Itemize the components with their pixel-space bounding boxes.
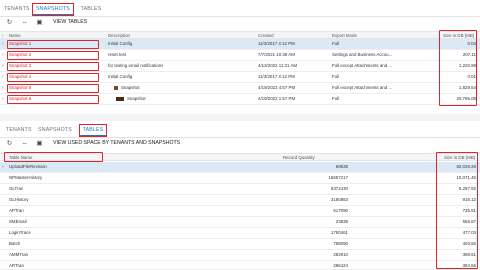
col-created[interactable]: Created	[258, 32, 274, 39]
snapshot-created: 4/19/2022 1:57 PM	[258, 96, 296, 101]
table-row[interactable]: GLHistory 3180853 916.12	[0, 195, 480, 206]
refresh-icon[interactable]: ↻	[6, 19, 13, 26]
chevron-right-icon: ›	[2, 33, 4, 38]
table-row[interactable]: GLTran 6372430 5,297.92	[0, 184, 480, 195]
snapshot-created: 4/13/2022 11:31 AM	[258, 63, 297, 68]
record-quantity: 1750461	[330, 230, 348, 235]
table-row[interactable]: ARTran 286424 384.56	[0, 261, 480, 270]
highlight-box	[7, 84, 99, 93]
toolbar: ↻ ⇔ ▣ VIEW USED SPACE BY TENANTS AND SNA…	[0, 138, 480, 149]
highlight-box	[7, 62, 99, 71]
record-quantity: 3180853	[330, 197, 348, 202]
snapshot-mode: Full except Attachments and ...	[332, 85, 393, 90]
snapshots-panel: TENANTS SNAPSHOTS TABLES ↻ ⇔ ▣ VIEW TABL…	[0, 0, 480, 114]
toolbar: ↻ ⇔ ▣ VIEW TABLES	[0, 17, 480, 28]
highlight-box	[4, 152, 103, 162]
table-name: AMMTran	[9, 252, 29, 257]
tab-snapshots[interactable]: SNAPSHOTS	[32, 3, 74, 16]
snapshot-mode: Full	[332, 96, 340, 101]
tab-bar: TENANTS SNAPSHOTS TABLES	[0, 0, 480, 17]
snapshot-description: Initial Config	[108, 74, 133, 79]
table-header: › Name Description Created Export Mode S…	[0, 31, 480, 39]
record-quantity: 617090	[333, 208, 348, 213]
snapshot-mode: Full	[332, 74, 340, 79]
export-icon[interactable]: ▣	[36, 19, 43, 26]
export-icon[interactable]: ▣	[36, 140, 43, 147]
snapshot-created: 11/3/2017 4:12 PM	[258, 41, 295, 46]
table-name: ARTran	[9, 263, 24, 268]
highlight-box	[7, 95, 99, 104]
tab-tenants[interactable]: TENANTS	[6, 125, 31, 136]
tab-bar: TENANTS SNAPSHOTS TABLES	[0, 121, 480, 138]
file-icon	[116, 97, 124, 101]
record-quantity: 16657217	[328, 175, 348, 180]
tab-tenants[interactable]: TENANTS	[4, 4, 29, 15]
refresh-icon[interactable]: ↻	[6, 140, 13, 147]
record-quantity: 286424	[333, 263, 348, 268]
table-row[interactable]: Batch 768090 403.65	[0, 239, 480, 250]
fit-columns-icon[interactable]: ⇔	[21, 140, 28, 147]
highlight-box	[439, 30, 477, 106]
fit-columns-icon[interactable]: ⇔	[21, 19, 28, 26]
highlight-box	[7, 73, 99, 82]
record-quantity: 6372430	[330, 186, 348, 191]
snapshot-mode: Settings and Business Accou...	[332, 52, 393, 57]
tab-tables[interactable]: TABLES	[80, 4, 102, 15]
highlight-box	[7, 40, 99, 49]
highlight-box	[7, 51, 99, 60]
view-used-space-button[interactable]: VIEW USED SPACE BY TENANTS AND SNAPSHOTS	[53, 140, 180, 147]
record-quantity: 282910	[333, 252, 348, 257]
snapshot-description: Initial Config	[108, 41, 133, 46]
view-tables-button[interactable]: VIEW TABLES	[53, 19, 87, 26]
highlight-box	[436, 152, 478, 269]
snapshot-description: for testing email notifications	[108, 63, 164, 68]
table-name: SMEmail	[9, 219, 27, 224]
table-name: Batch	[9, 241, 21, 246]
col-description[interactable]: Description	[108, 32, 130, 39]
snapshot-created: 7/7/2021 10:38 AM	[258, 52, 295, 57]
snapshot-mode: Full except Attachments and ...	[332, 63, 393, 68]
table-name: GLHistory	[9, 197, 29, 202]
table-row[interactable]: LoginTrace 1750461 477.03	[0, 228, 480, 239]
table-name: GLTran	[9, 186, 24, 191]
table-row[interactable]: APTran 617090 735.51	[0, 206, 480, 217]
table-row[interactable]: AMMTran 282910 398.61	[0, 250, 480, 261]
table-name: APTran	[9, 208, 24, 213]
snapshot-description: Snapshot	[121, 85, 140, 90]
record-quantity: 23838	[335, 219, 348, 224]
table-name: NPMasterHistory	[9, 175, 43, 180]
tables-panel: TENANTS SNAPSHOTS TABLES ↻ ⇔ ▣ VIEW USED…	[0, 121, 480, 270]
record-quantity: 69538	[335, 164, 348, 169]
snapshot-mode: Full	[332, 41, 340, 46]
table-name: LoginTrace	[9, 230, 31, 235]
snapshot-created: 4/19/2022 4:57 PM	[258, 85, 296, 90]
col-record-quantity[interactable]: Record Quantity	[283, 154, 315, 161]
table-row[interactable]: NPMasterHistory 16657217 10,071.45	[0, 173, 480, 184]
snapshot-created: 11/3/2017 4:12 PM	[258, 74, 295, 79]
col-export-mode[interactable]: Export Mode	[332, 32, 357, 39]
snapshot-description: Snapshot	[127, 96, 146, 101]
tab-tables[interactable]: TABLES	[79, 124, 107, 137]
tab-snapshots[interactable]: SNAPSHOTS	[37, 125, 73, 136]
record-quantity: 768090	[333, 241, 348, 246]
table-row[interactable]: › UploadFileRevision 69538 82,029.28	[0, 162, 480, 173]
panel-divider	[0, 114, 480, 121]
col-name[interactable]: Name	[9, 32, 21, 39]
snapshot-description: reset test	[108, 52, 127, 57]
table-row[interactable]: SMEmail 23838 556.67	[0, 217, 480, 228]
file-icon	[114, 86, 118, 90]
table-name: UploadFileRevision	[9, 164, 47, 169]
chevron-right-icon[interactable]: ›	[2, 162, 7, 172]
